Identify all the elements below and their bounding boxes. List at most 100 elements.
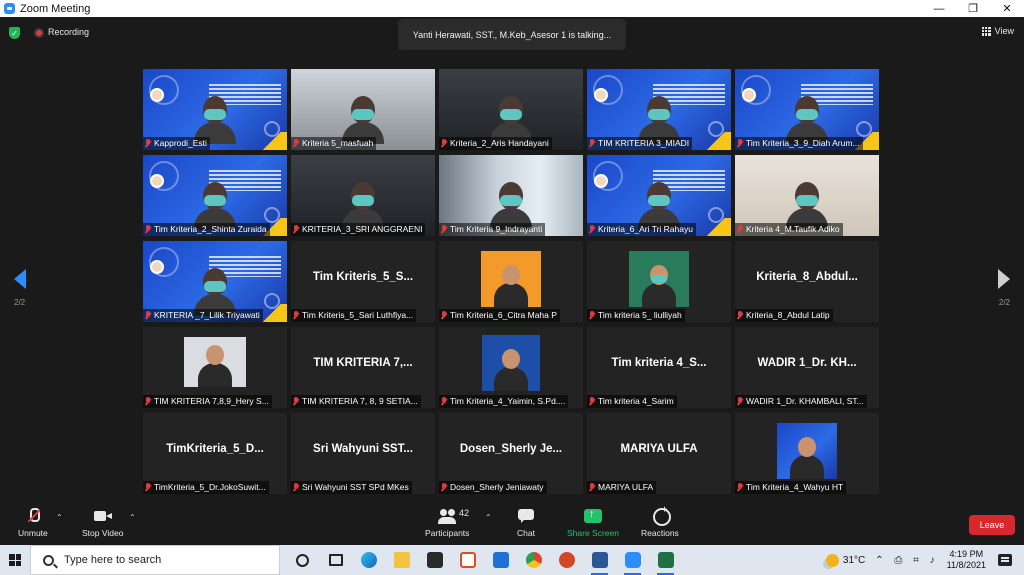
unmute-button[interactable]: Unmute [18,508,48,538]
video-tile[interactable]: Tim Kriteria_3_9_Diah Arum... [735,69,879,150]
chrome-app[interactable] [517,545,550,575]
participant-name-label: Kriteria_6_Ari Tri Rahayu [587,223,696,236]
cortana-circle-icon [296,553,309,567]
taskbar-search-input[interactable] [64,554,244,566]
video-tile[interactable]: WADIR 1_Dr. KH... WADIR 1_Dr. KHAMBALI, S… [735,327,879,408]
participant-name: Tim kriteria 5_ liulliyah [598,310,682,320]
video-tile[interactable]: Tim Kriteria_6_Citra Maha P [439,241,583,322]
video-tile[interactable]: Sri Wahyuni SST... Sri Wahyuni SST SPd MK… [291,413,435,494]
video-tile[interactable]: Tim kriteria 5_ liulliyah [587,241,731,322]
word-app[interactable] [583,545,616,575]
tray-system-icons[interactable]: ⌃ ⎙ ⌗ ♪ [875,555,938,566]
video-tile[interactable]: Tim Kriteria_4_Yaimin, S.Pd.... [439,327,583,408]
video-tile[interactable]: Tim Kriteris_5_S... Tim Kriteris_5_Sari L… [291,241,435,322]
participant-video [786,96,828,144]
muted-mic-icon [589,483,595,492]
participants-options-caret-icon[interactable]: ⌃ [485,513,492,522]
share-screen-button[interactable]: Share Screen [567,508,619,538]
participant-name-label: Kapprodi_Esti [143,137,210,150]
video-tile[interactable]: Tim Kriteria 9_Indrayanti [439,155,583,236]
participant-video [490,182,532,230]
participant-name-label: KRITERIA_3_SRI ANGGRAENI [291,223,426,236]
muted-mic-icon [737,139,743,148]
participant-name-label: Dosen_Sherly Jeniawaty [439,481,547,494]
participant-name-label: Kriteria 5_masfuah [291,137,377,150]
taskbar-clock[interactable]: 4:19 PM 11/8/2021 [947,549,986,571]
video-tile[interactable]: TIM KRITERIA 3_MIADI [587,69,731,150]
video-tile[interactable]: TIM KRITERIA 7,... TIM KRITERIA 7, 8, 9 S… [291,327,435,408]
video-tile[interactable]: Kapprodi_Esti [143,69,287,150]
participant-name-label: MARIYA ULFA [587,481,657,494]
unmute-label: Unmute [18,528,48,538]
reactions-label: Reactions [641,528,679,538]
video-options-caret-icon[interactable]: ⌃ [129,513,136,522]
participant-name-label: Tim Kriteria_4_Wahyu HT [735,481,847,494]
participant-name: Tim Kriteria_3_9_Diah Arum... [746,138,860,148]
store-app[interactable] [418,545,451,575]
window-title: Zoom Meeting [20,2,91,15]
video-tile[interactable]: MARIYA ULFA MARIYA ULFA [587,413,731,494]
video-tile[interactable]: Tim Kriteria_4_Wahyu HT [735,413,879,494]
profile-picture [629,251,689,307]
video-tile[interactable]: Kriteria_6_Ari Tri Rahayu [587,155,731,236]
maximize-button[interactable]: ❐ [956,0,990,17]
add-reaction-icon [651,504,671,526]
video-tile[interactable]: Tim kriteria 4_S... Tim kriteria 4_Sarim [587,327,731,408]
participant-display-name: WADIR 1_Dr. KH... [757,356,857,369]
partly-sunny-icon [825,553,839,567]
video-tile[interactable]: Kriteria 4_M.Taufik Adiko [735,155,879,236]
video-tile[interactable]: KRITERIA _7_Lilik Triyawati [143,241,287,322]
video-tile[interactable]: KRITERIA_3_SRI ANGGRAENI [291,155,435,236]
notification-center-icon[interactable] [998,554,1012,566]
stop-video-button[interactable]: Stop Video [82,508,123,538]
video-tile[interactable]: Kriteria_8_Abdul... Kriteria_8_Abdul Lati… [735,241,879,322]
excel-app[interactable] [649,545,682,575]
muted-mic-icon [441,397,447,406]
participant-name: Tim Kriteria_2_Shinta Zuraida [154,224,267,234]
edge-app[interactable] [352,545,385,575]
participant-name-label: TIM KRITERIA 7, 8, 9 SETIA... [291,395,421,408]
powerpoint-app[interactable] [550,545,583,575]
start-button[interactable] [0,545,30,575]
mail-app[interactable] [484,545,517,575]
leave-button[interactable]: Leave [969,515,1015,535]
zoom-app[interactable] [616,545,649,575]
participant-name: Kriteria 4_M.Taufik Adiko [746,224,840,234]
powerpoint-icon [558,552,575,568]
participant-name: Sri Wahyuni SST SPd MKes [302,482,409,492]
audio-options-caret-icon[interactable]: ⌃ [56,513,63,522]
video-tile[interactable]: Kriteria 5_masfuah [291,69,435,150]
recording-dot-icon [34,28,44,38]
chat-bubble-icon [517,508,535,524]
muted-mic-icon [145,311,151,320]
participant-name: Tim Kriteria_6_Citra Maha P [450,310,557,320]
chat-button[interactable]: Chat [517,508,535,538]
video-tile[interactable]: TimKriteria_5_D... TimKriteria_5_Dr.JokoS… [143,413,287,494]
office-app[interactable] [451,545,484,575]
page-indicator-right: 2/2 [998,298,1010,307]
weather-widget[interactable]: 31°C [825,553,865,567]
muted-mic-icon [441,311,447,320]
participant-name: KRITERIA_3_SRI ANGGRAENI [302,224,423,234]
task-view-app[interactable] [319,545,352,575]
muted-mic-icon [589,139,595,148]
security-shield-icon[interactable]: ✓ [9,27,20,39]
participant-display-name: Kriteria_8_Abdul... [756,270,858,283]
next-page-arrow-icon[interactable] [998,269,1010,289]
previous-page-arrow-icon[interactable] [14,269,26,289]
recording-label[interactable]: Recording [48,27,89,37]
video-tile[interactable]: Tim Kriteria_2_Shinta Zuraida [143,155,287,236]
close-button[interactable]: ✕ [990,0,1024,17]
folder-icon [393,552,410,568]
participant-name-label: KRITERIA _7_Lilik Triyawati [143,309,263,322]
reactions-button[interactable]: Reactions [641,504,679,538]
cortana-app[interactable] [286,545,319,575]
video-tile[interactable]: TIM KRITERIA 7,8,9_Hery S... [143,327,287,408]
minimize-button[interactable]: — [922,0,956,17]
participant-name-label: Tim Kriteris_5_Sari Luthfiya... [291,309,417,322]
view-button[interactable]: View [981,26,1014,36]
file-explorer-app[interactable] [385,545,418,575]
video-tile[interactable]: Kriteria_2_Aris Handayani [439,69,583,150]
video-tile[interactable]: Dosen_Sherly Je... Dosen_Sherly Jeniawaty [439,413,583,494]
taskbar-search-box[interactable] [30,545,280,575]
